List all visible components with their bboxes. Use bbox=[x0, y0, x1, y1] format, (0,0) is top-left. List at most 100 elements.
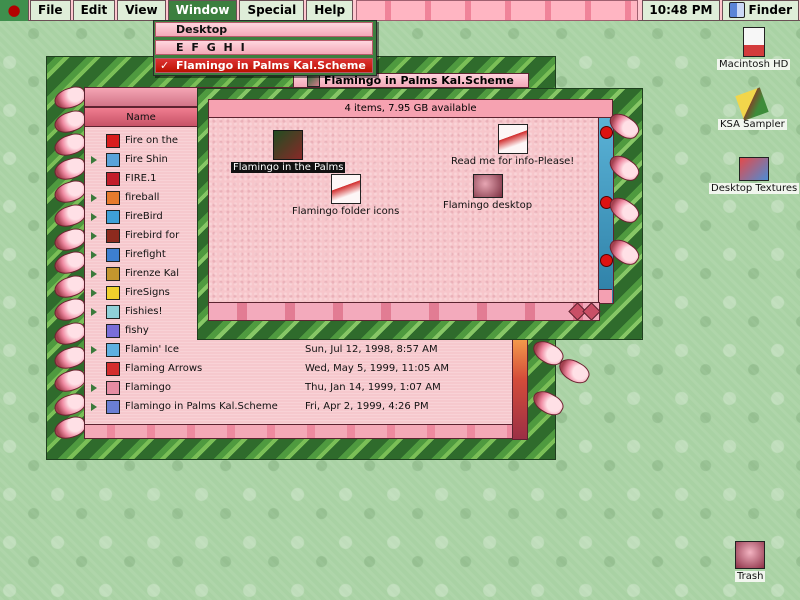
flamingo-icon bbox=[51, 272, 89, 301]
desktop-icon-label: Macintosh HD bbox=[717, 59, 791, 70]
disclosure-triangle-icon[interactable] bbox=[91, 345, 97, 354]
flamingo-icon bbox=[51, 201, 89, 231]
menubar-flamingo-strip bbox=[356, 0, 639, 21]
menu-window[interactable]: Window bbox=[167, 0, 238, 21]
disclosure-triangle-icon[interactable] bbox=[91, 307, 97, 316]
desktop-icon-ksa-sampler[interactable]: KSA Sampler bbox=[718, 87, 787, 130]
folder-icon bbox=[106, 247, 120, 262]
disclosure-triangle-icon bbox=[91, 175, 97, 183]
window-menu-item-label: E F G H I bbox=[176, 41, 247, 54]
flamingo-icon bbox=[51, 225, 89, 254]
disclosure-triangle-icon[interactable] bbox=[91, 193, 97, 202]
hard-drive-icon bbox=[742, 27, 765, 57]
icon-window-horizontal-scrollbar[interactable] bbox=[208, 302, 601, 321]
window-menu-item-flamingo-scheme[interactable]: ✓ Flamingo in Palms Kal.Scheme bbox=[155, 58, 373, 73]
desktop-icon-macintosh-hd[interactable]: Macintosh HD bbox=[717, 27, 791, 70]
disclosure-triangle-icon[interactable] bbox=[91, 155, 97, 164]
disclosure-triangle-icon[interactable] bbox=[91, 383, 97, 392]
desktop-icon-trash[interactable]: Trash bbox=[735, 541, 766, 582]
folder-icon bbox=[106, 228, 120, 243]
list-row[interactable]: Flamin' Ice Sun, Jul 12, 1998, 8:57 AM bbox=[85, 340, 515, 359]
flamingo-border-right bbox=[605, 108, 643, 310]
folder-icon bbox=[106, 266, 120, 281]
menu-edit[interactable]: Edit bbox=[72, 0, 116, 21]
list-row-name: Flamin' Ice bbox=[125, 344, 180, 355]
scroll-right-arrow-icon[interactable] bbox=[582, 302, 601, 321]
flamingo-icon bbox=[51, 390, 89, 419]
items-available-text: 4 items, 7.95 GB available bbox=[344, 103, 477, 114]
document-icon bbox=[106, 171, 120, 186]
menu-file[interactable]: File bbox=[30, 0, 71, 21]
desktop-icon-desktop-textures[interactable]: Desktop Textures bbox=[709, 157, 800, 194]
application-menu[interactable]: Finder bbox=[721, 0, 799, 21]
disclosure-triangle-icon[interactable] bbox=[91, 250, 97, 259]
list-window-vertical-scrollbar[interactable] bbox=[512, 338, 528, 440]
flamingo-icon bbox=[529, 386, 567, 420]
disclosure-triangle-icon[interactable] bbox=[91, 402, 97, 411]
file-icon-flamingo-desktop[interactable]: Flamingo desktop bbox=[441, 174, 534, 211]
window-menu-item-desktop[interactable]: Desktop bbox=[155, 22, 373, 37]
menubar-clock[interactable]: 10:48 PM bbox=[642, 0, 720, 21]
flamingo-icon bbox=[605, 234, 643, 270]
disclosure-triangle-icon[interactable] bbox=[91, 212, 97, 221]
disclosure-triangle-icon[interactable] bbox=[91, 269, 97, 278]
window-menu-item-label: Desktop bbox=[176, 23, 228, 36]
folder-icon bbox=[106, 190, 120, 205]
menu-special[interactable]: Special bbox=[239, 0, 305, 21]
disclosure-triangle-icon bbox=[91, 327, 97, 335]
file-icon-label: Flamingo folder icons bbox=[292, 206, 400, 217]
list-row-date: Wed, May 5, 1999, 11:05 AM bbox=[305, 363, 450, 374]
window-menu-item-efghi[interactable]: E F G H I bbox=[155, 40, 373, 55]
file-icon-flamingo-in-the-palms[interactable]: Flamingo in the Palms bbox=[231, 130, 346, 173]
apple-menu-icon[interactable]: ● bbox=[0, 0, 29, 21]
folder-icon bbox=[106, 342, 120, 357]
list-row[interactable]: Flamingo Thu, Jan 14, 1999, 1:07 AM bbox=[85, 378, 515, 397]
list-row-name: Flaming Arrows bbox=[125, 363, 203, 374]
flamingo-icon bbox=[51, 130, 89, 160]
folder-icon bbox=[330, 174, 361, 204]
document-icon bbox=[497, 124, 528, 154]
disclosure-triangle-icon[interactable] bbox=[91, 231, 97, 240]
file-icon-label: Flamingo in the Palms bbox=[231, 162, 346, 173]
application-icon bbox=[735, 87, 770, 121]
folder-icon bbox=[106, 209, 120, 224]
desktop-icon-label: KSA Sampler bbox=[718, 119, 787, 130]
list-window-horizontal-scrollbar[interactable] bbox=[84, 424, 516, 439]
list-row[interactable]: Flamingo in Palms Kal.Scheme Fri, Apr 2,… bbox=[85, 397, 515, 416]
file-icon-read-me[interactable]: Read me for info-Please! bbox=[449, 124, 576, 167]
list-row-date: Sun, Jul 12, 1998, 8:57 AM bbox=[305, 344, 438, 355]
list-row-name: Flamingo in Palms Kal.Scheme bbox=[125, 401, 278, 412]
file-icon-flamingo-folder-icons[interactable]: Flamingo folder icons bbox=[290, 174, 401, 217]
document-icon bbox=[106, 361, 120, 376]
folder-icon bbox=[273, 130, 304, 160]
flamingo-icon bbox=[51, 107, 89, 136]
flamingo-icon bbox=[51, 83, 89, 113]
folder-icon bbox=[106, 133, 120, 148]
application-menu-label: Finder bbox=[748, 3, 793, 17]
flamingo-icon bbox=[51, 343, 89, 372]
disclosure-triangle-icon[interactable] bbox=[91, 288, 97, 297]
menu-help[interactable]: Help bbox=[306, 0, 354, 21]
flamingo-icon bbox=[51, 319, 89, 348]
desktop-icon-label: Desktop Textures bbox=[709, 183, 800, 194]
file-icon-label: Flamingo desktop bbox=[443, 200, 533, 211]
desktop-icon-label: Trash bbox=[735, 571, 766, 582]
document-icon bbox=[106, 323, 120, 338]
window-menu-item-label: Flamingo in Palms Kal.Scheme bbox=[176, 59, 366, 72]
flamingo-icon bbox=[605, 192, 643, 228]
checkmark-icon: ✓ bbox=[160, 59, 170, 72]
disclosure-triangle-icon bbox=[91, 137, 97, 145]
image-icon bbox=[472, 174, 503, 198]
list-row-date: Thu, Jan 14, 1999, 1:07 AM bbox=[305, 382, 441, 393]
folder-icon bbox=[106, 399, 120, 414]
column-header-name[interactable]: Name bbox=[84, 107, 198, 128]
menu-bar: ● File Edit View Window Special Help 10:… bbox=[0, 0, 800, 21]
file-icon-label: Read me for info-Please! bbox=[451, 156, 575, 167]
folder-icon bbox=[739, 157, 770, 181]
list-row[interactable]: Flaming Arrows Wed, May 5, 1999, 11:05 A… bbox=[85, 359, 515, 378]
menu-view[interactable]: View bbox=[117, 0, 166, 21]
folder-icon bbox=[106, 285, 120, 300]
folder-icon bbox=[106, 152, 120, 167]
disclosure-triangle-icon bbox=[91, 365, 97, 373]
flamingo-icon bbox=[51, 154, 89, 183]
